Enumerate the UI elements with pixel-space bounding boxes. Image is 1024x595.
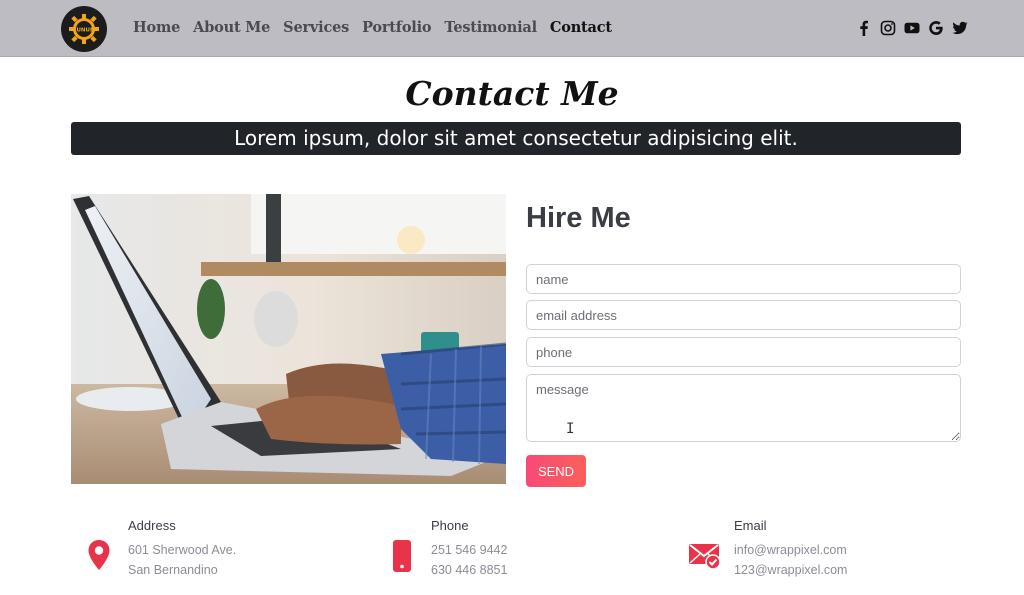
page-title: Contact Me: [405, 74, 619, 113]
nav-testimonial[interactable]: Testimonial: [444, 19, 537, 36]
send-button[interactable]: SEND: [526, 455, 586, 487]
nav-portfolio[interactable]: Portfolio: [362, 19, 432, 36]
phone-input[interactable]: [526, 337, 961, 367]
google-icon[interactable]: [928, 20, 944, 36]
youtube-icon[interactable]: [904, 20, 920, 36]
mobile-phone-icon: [393, 540, 411, 572]
nav-contact[interactable]: Contact: [550, 19, 612, 36]
brand-logo[interactable]: SUNUM: [61, 6, 107, 52]
social-links: [856, 20, 968, 36]
name-input[interactable]: [526, 264, 961, 294]
nav-services[interactable]: Services: [283, 19, 349, 36]
hire-me-title: Hire Me: [526, 202, 631, 234]
twitter-icon[interactable]: [952, 20, 968, 36]
address-label: Address: [128, 518, 176, 533]
address-line-1: 601 Sherwood Ave.: [128, 543, 237, 557]
nav-about-me[interactable]: About Me: [193, 19, 270, 36]
email-input[interactable]: [526, 300, 961, 330]
instagram-icon[interactable]: [880, 20, 896, 36]
main-nav: Home About Me Services Portfolio Testimo…: [133, 19, 612, 36]
nav-home[interactable]: Home: [133, 19, 180, 36]
message-textarea[interactable]: [526, 374, 961, 442]
gear-logo-icon: SUNUM: [69, 14, 99, 44]
svg-text:SUNUM: SUNUM: [73, 28, 96, 34]
phone-line-2: 630 446 8851: [431, 563, 508, 577]
phone-line-1: 251 546 9442: [431, 543, 508, 557]
text-cursor-icon: I: [566, 421, 575, 437]
facebook-icon[interactable]: [856, 20, 872, 36]
phone-label: Phone: [431, 518, 469, 533]
top-navbar: SUNUM Home About Me Services Portfolio T…: [0, 0, 1024, 57]
map-pin-icon: [88, 540, 110, 570]
laptop-typing-image: [71, 194, 506, 484]
email-label: Email: [734, 518, 767, 533]
email-check-icon: [689, 544, 721, 570]
address-line-2: San Bernandino: [128, 563, 218, 577]
subtitle-banner: Lorem ipsum, dolor sit amet consectetur …: [71, 122, 961, 155]
email-line-1[interactable]: info@wrappixel.com: [734, 543, 847, 557]
email-line-2[interactable]: 123@wrappixel.com: [734, 563, 847, 577]
laptop-photo: [71, 194, 506, 484]
